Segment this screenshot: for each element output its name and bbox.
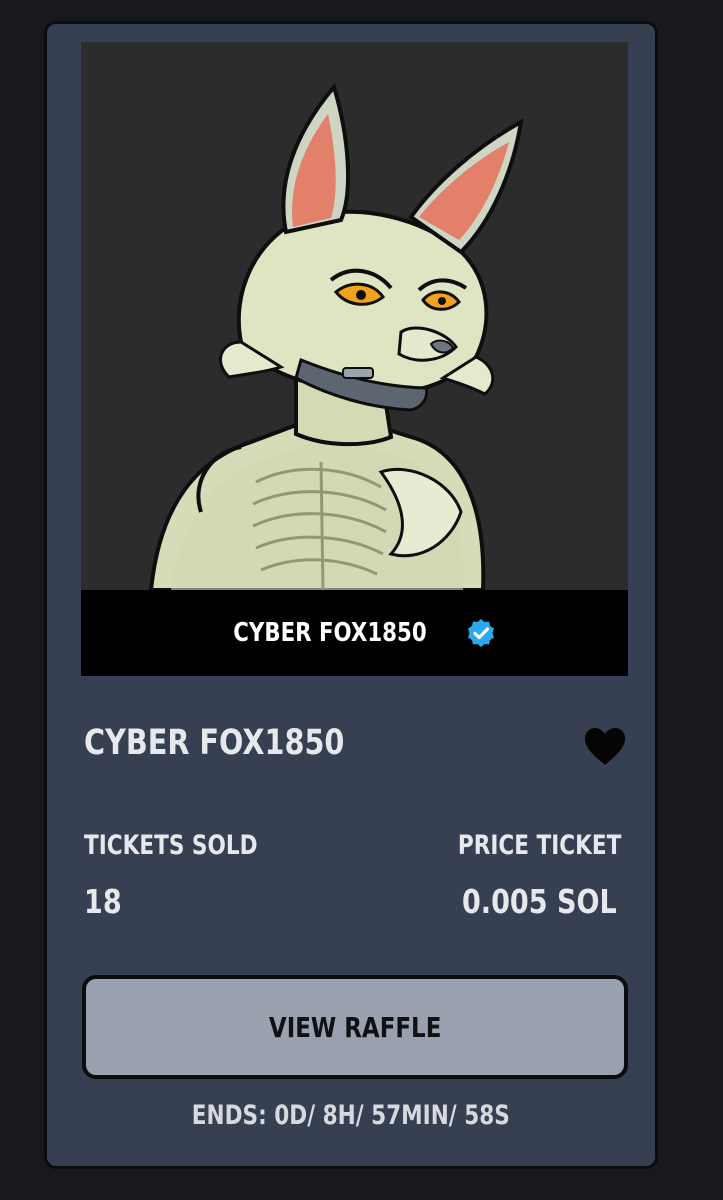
page: CYBER FOX1850 CYBER FOX1850 TICKETS SOLD… [0, 0, 723, 1200]
tickets-sold-label: TICKETS SOLD [84, 830, 258, 861]
price-ticket-value: 0.005 SOL [462, 882, 617, 921]
verified-badge-icon [465, 617, 497, 649]
view-raffle-button[interactable]: VIEW RAFFLE [82, 975, 628, 1079]
tickets-sold-value: 18 [84, 882, 122, 921]
favorite-button[interactable] [582, 724, 628, 770]
nft-nameplate: CYBER FOX1850 [81, 590, 628, 676]
heart-icon [584, 728, 626, 765]
raffle-countdown-text: ENDS: 0D/ 8H/ 57MIN/ 58S [191, 1100, 511, 1131]
nft-image[interactable] [81, 42, 628, 590]
price-ticket-label: PRICE TICKET [457, 830, 621, 861]
nameplate-title: CYBER FOX1850 [232, 618, 427, 648]
raffle-card: CYBER FOX1850 CYBER FOX1850 TICKETS SOLD… [44, 21, 658, 1169]
nft-title: CYBER FOX1850 [84, 723, 345, 763]
view-raffle-label: VIEW RAFFLE [268, 1010, 442, 1044]
cyber-fox-illustration [81, 42, 628, 590]
raffle-countdown: ENDS: 0D/ 8H/ 57MIN/ 58S [47, 1100, 655, 1131]
